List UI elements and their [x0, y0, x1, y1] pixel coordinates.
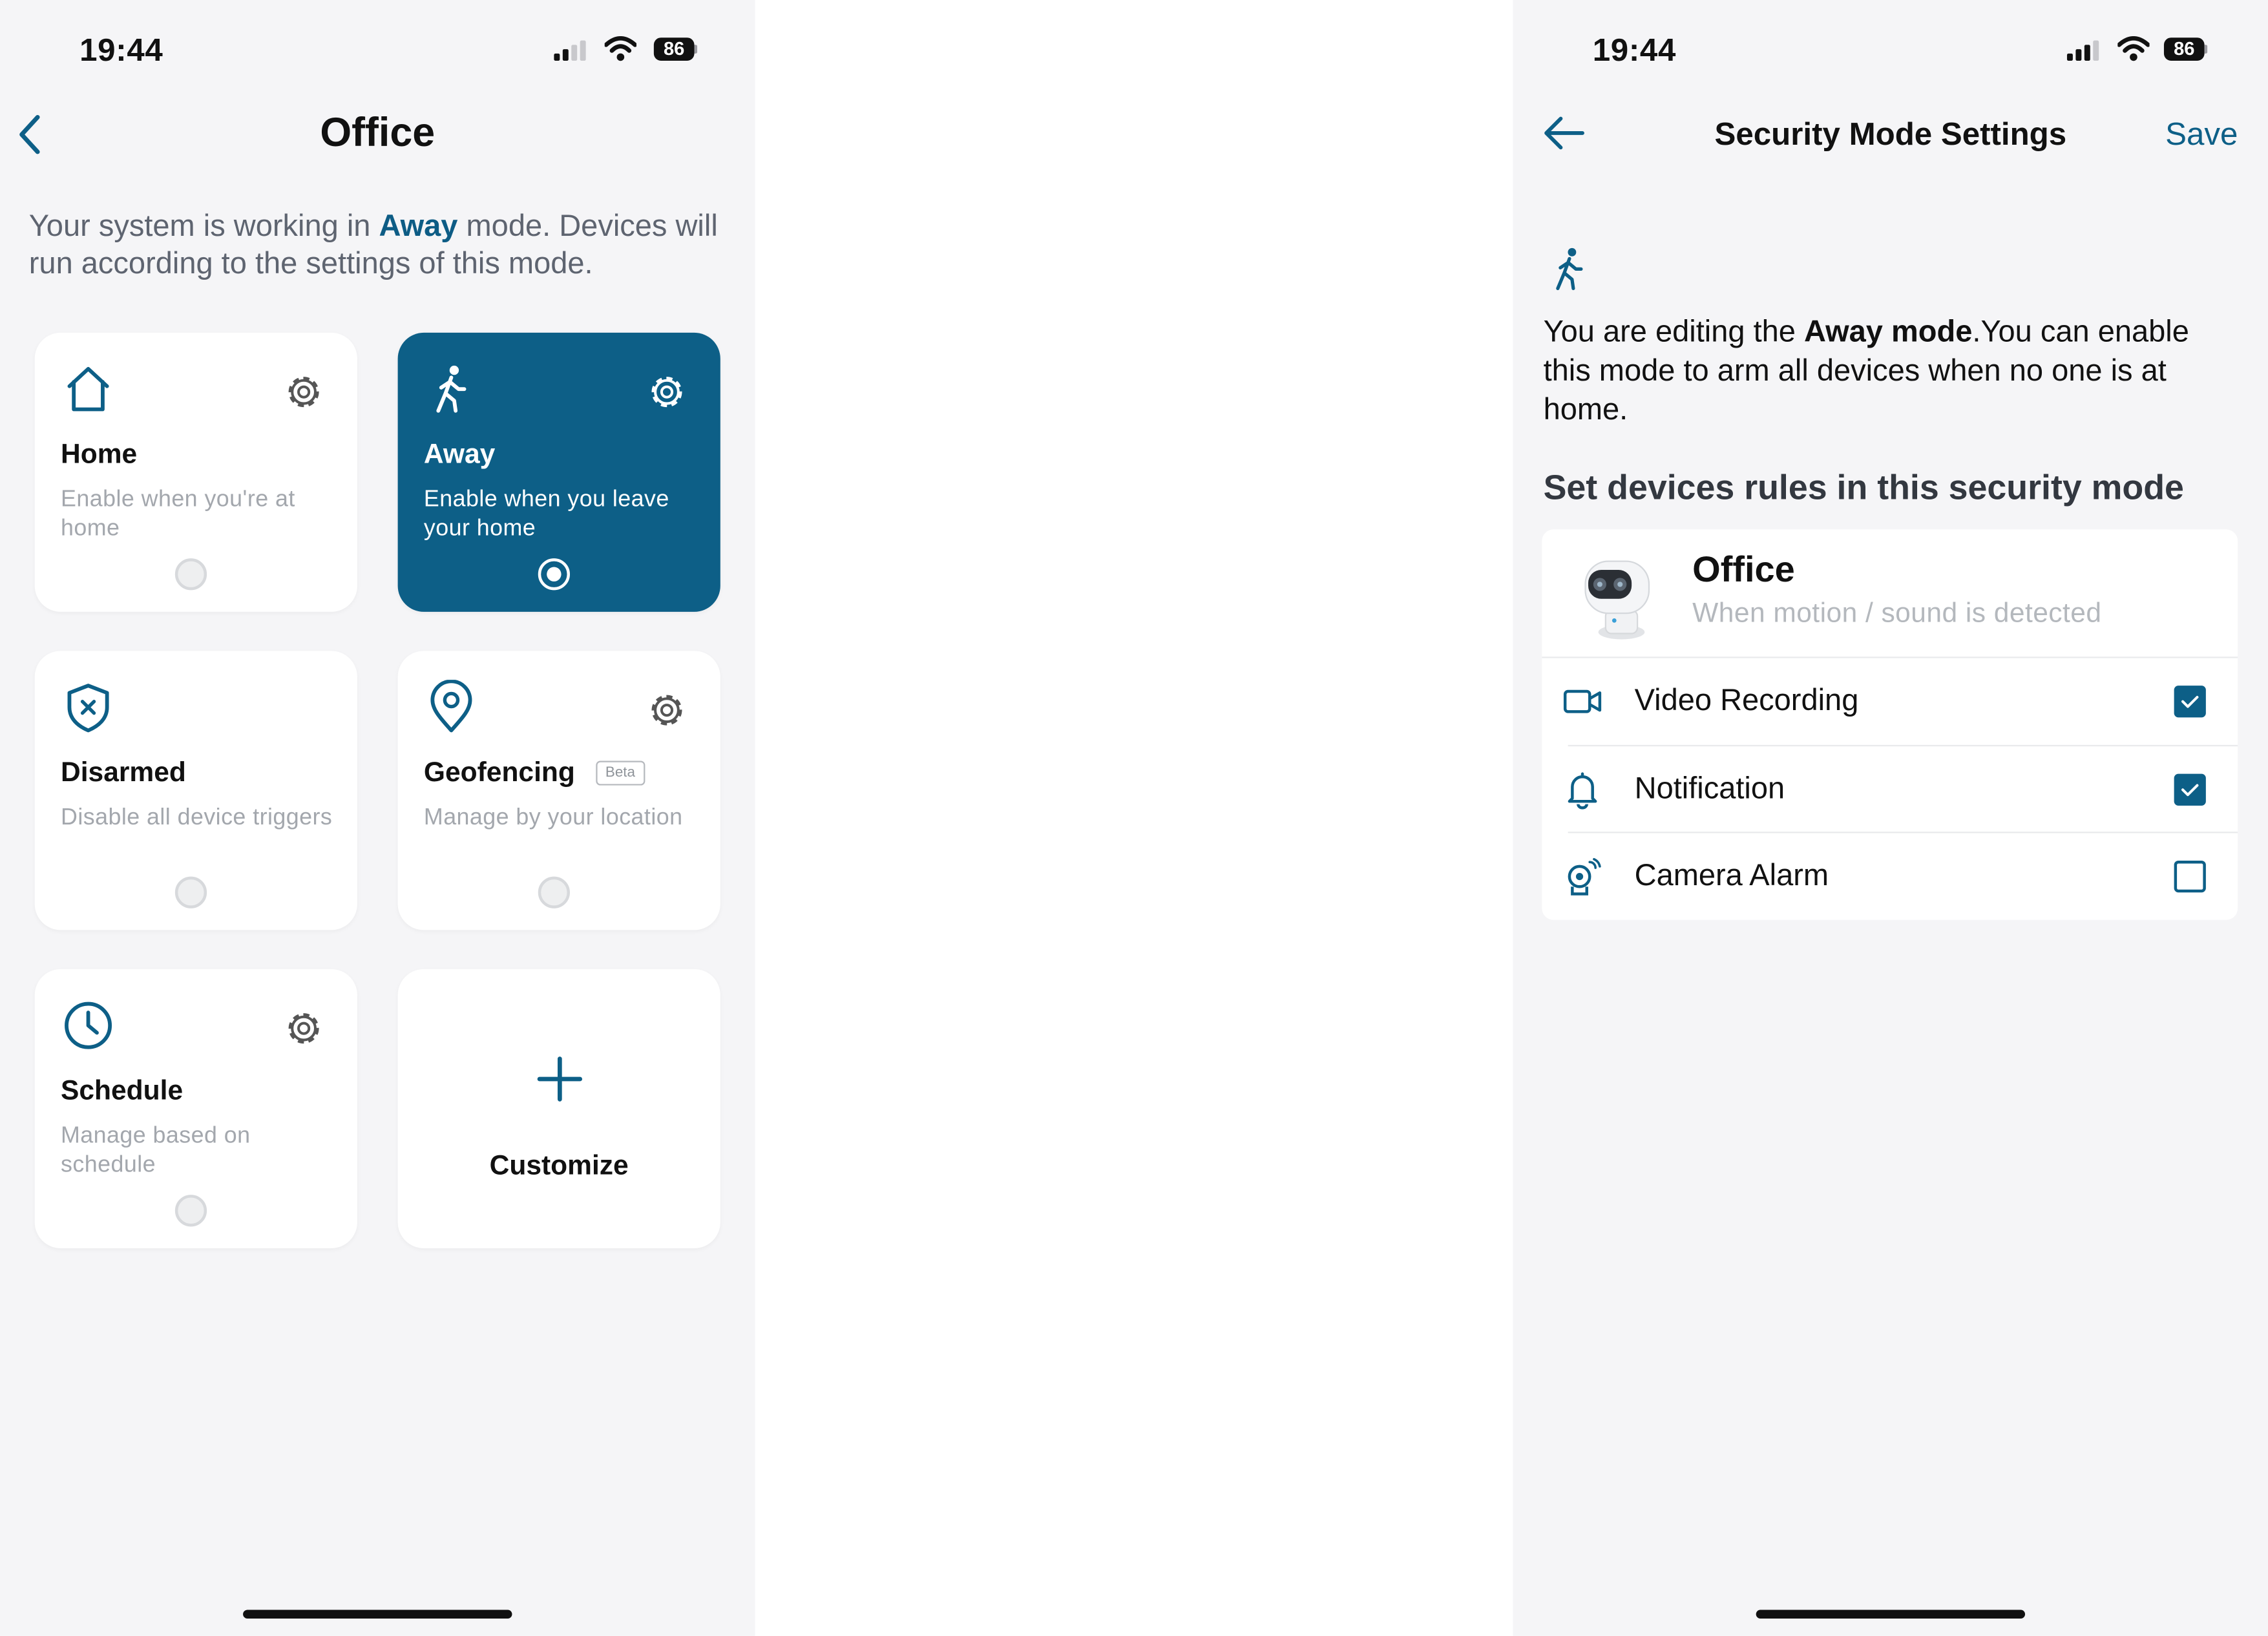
- battery-level: 86: [653, 37, 695, 61]
- device-rules-panel: Office When motion / sound is detected V…: [1542, 529, 2238, 920]
- house-icon: [67, 366, 109, 412]
- customize-card[interactable]: Customize: [397, 969, 720, 1248]
- rule-label: Video Recording: [1634, 684, 1859, 718]
- plus-icon: [537, 1056, 583, 1102]
- mode-description: Enable when you leave your home: [423, 487, 669, 541]
- gear-icon[interactable]: [282, 370, 326, 414]
- gear-icon[interactable]: [282, 1007, 326, 1050]
- rule-label: Camera Alarm: [1634, 859, 1829, 893]
- mode-card-disarmed[interactable]: Disarmed Disable all device triggers: [34, 651, 357, 930]
- mode-radio-selected[interactable]: [538, 558, 571, 591]
- beta-badge: Beta: [595, 760, 646, 786]
- rule-row-notification[interactable]: Notification: [1542, 746, 2238, 833]
- mode-title: Away: [423, 439, 496, 470]
- mode-card-away[interactable]: Away Enable when you leave your home: [397, 332, 720, 612]
- mode-card-geofencing[interactable]: Geofencing Beta Manage by your location: [397, 651, 720, 930]
- mode-card-home[interactable]: Home Enable when you're at home: [34, 332, 357, 612]
- page-title: Security Mode Settings: [1714, 116, 2067, 152]
- gear-icon[interactable]: [645, 689, 688, 732]
- page-title: Office: [320, 110, 436, 155]
- bell-icon: [1568, 772, 1597, 810]
- editing-mode-name: Away mode: [1803, 315, 1973, 349]
- video-camera-icon: [1563, 689, 1602, 713]
- mode-description: Manage based on schedule: [61, 1124, 251, 1178]
- editing-description: You are editing the Away mode.You can en…: [1543, 315, 2189, 427]
- gear-icon[interactable]: [645, 370, 688, 414]
- mode-description: Manage by your location: [423, 805, 683, 830]
- device-name: Office: [1692, 549, 1795, 591]
- office-modes-screen: 19:44 86 Office Your system is working i…: [0, 0, 755, 1636]
- home-indicator: [1756, 1610, 2026, 1619]
- battery-indicator: 86: [653, 37, 698, 61]
- wifi-icon: [604, 36, 636, 61]
- indoor-camera-image: [1584, 560, 1650, 640]
- checkmark-icon: [2181, 784, 2199, 797]
- rule-label: Notification: [1634, 772, 1785, 806]
- clock-icon: [65, 1002, 112, 1049]
- save-button[interactable]: Save: [2165, 116, 2238, 153]
- stage: 19:44 86 Office Your system is working i…: [0, 0, 2268, 1636]
- battery-indicator: 86: [2163, 37, 2208, 61]
- mode-title: Home: [61, 439, 138, 470]
- mode-radio[interactable]: [174, 1195, 207, 1227]
- battery-level: 86: [2163, 37, 2205, 61]
- checkbox-checked[interactable]: [2174, 773, 2206, 806]
- mode-title: Schedule: [61, 1076, 184, 1107]
- rule-row-camera-alarm[interactable]: Camera Alarm: [1542, 833, 2238, 919]
- screen-separator: [755, 0, 1513, 1636]
- mode-intro-text: Your system is working in Away mode. Dev…: [28, 209, 718, 281]
- checkbox-checked[interactable]: [2174, 686, 2206, 718]
- mode-description: Enable when you're at home: [61, 487, 295, 541]
- mode-description: Disable all device triggers: [61, 805, 333, 830]
- status-time: 19:44: [1592, 32, 1677, 68]
- walking-person-icon: [436, 365, 467, 413]
- shield-x-icon: [67, 684, 109, 733]
- section-title: Set devices rules in this security mode: [1543, 468, 2184, 508]
- customize-label: Customize: [489, 1151, 629, 1182]
- device-trigger-subtitle: When motion / sound is detected: [1692, 598, 2102, 629]
- mode-radio[interactable]: [174, 558, 207, 591]
- current-mode-name: Away: [379, 209, 458, 244]
- status-time: 19:44: [79, 32, 163, 68]
- walking-person-icon: [1556, 247, 1583, 291]
- home-indicator: [243, 1610, 512, 1619]
- cellular-signal-icon: [554, 40, 586, 61]
- location-pin-icon: [430, 680, 472, 733]
- rule-row-video-recording[interactable]: Video Recording: [1542, 658, 2238, 745]
- mode-radio[interactable]: [538, 876, 571, 908]
- checkbox-unchecked[interactable]: [2174, 860, 2206, 893]
- checkmark-icon: [2181, 695, 2199, 708]
- mode-title: Geofencing Beta: [424, 758, 646, 790]
- security-mode-settings-screen: 19:44 86 Security Mode Settings Save You…: [1513, 0, 2268, 1636]
- cellular-signal-icon: [2066, 40, 2099, 61]
- mode-card-schedule[interactable]: Schedule Manage based on schedule: [34, 969, 357, 1248]
- camera-alarm-icon: [1568, 857, 1601, 896]
- mode-title: Disarmed: [61, 758, 186, 789]
- wifi-icon: [2117, 36, 2150, 61]
- mode-radio[interactable]: [174, 876, 207, 908]
